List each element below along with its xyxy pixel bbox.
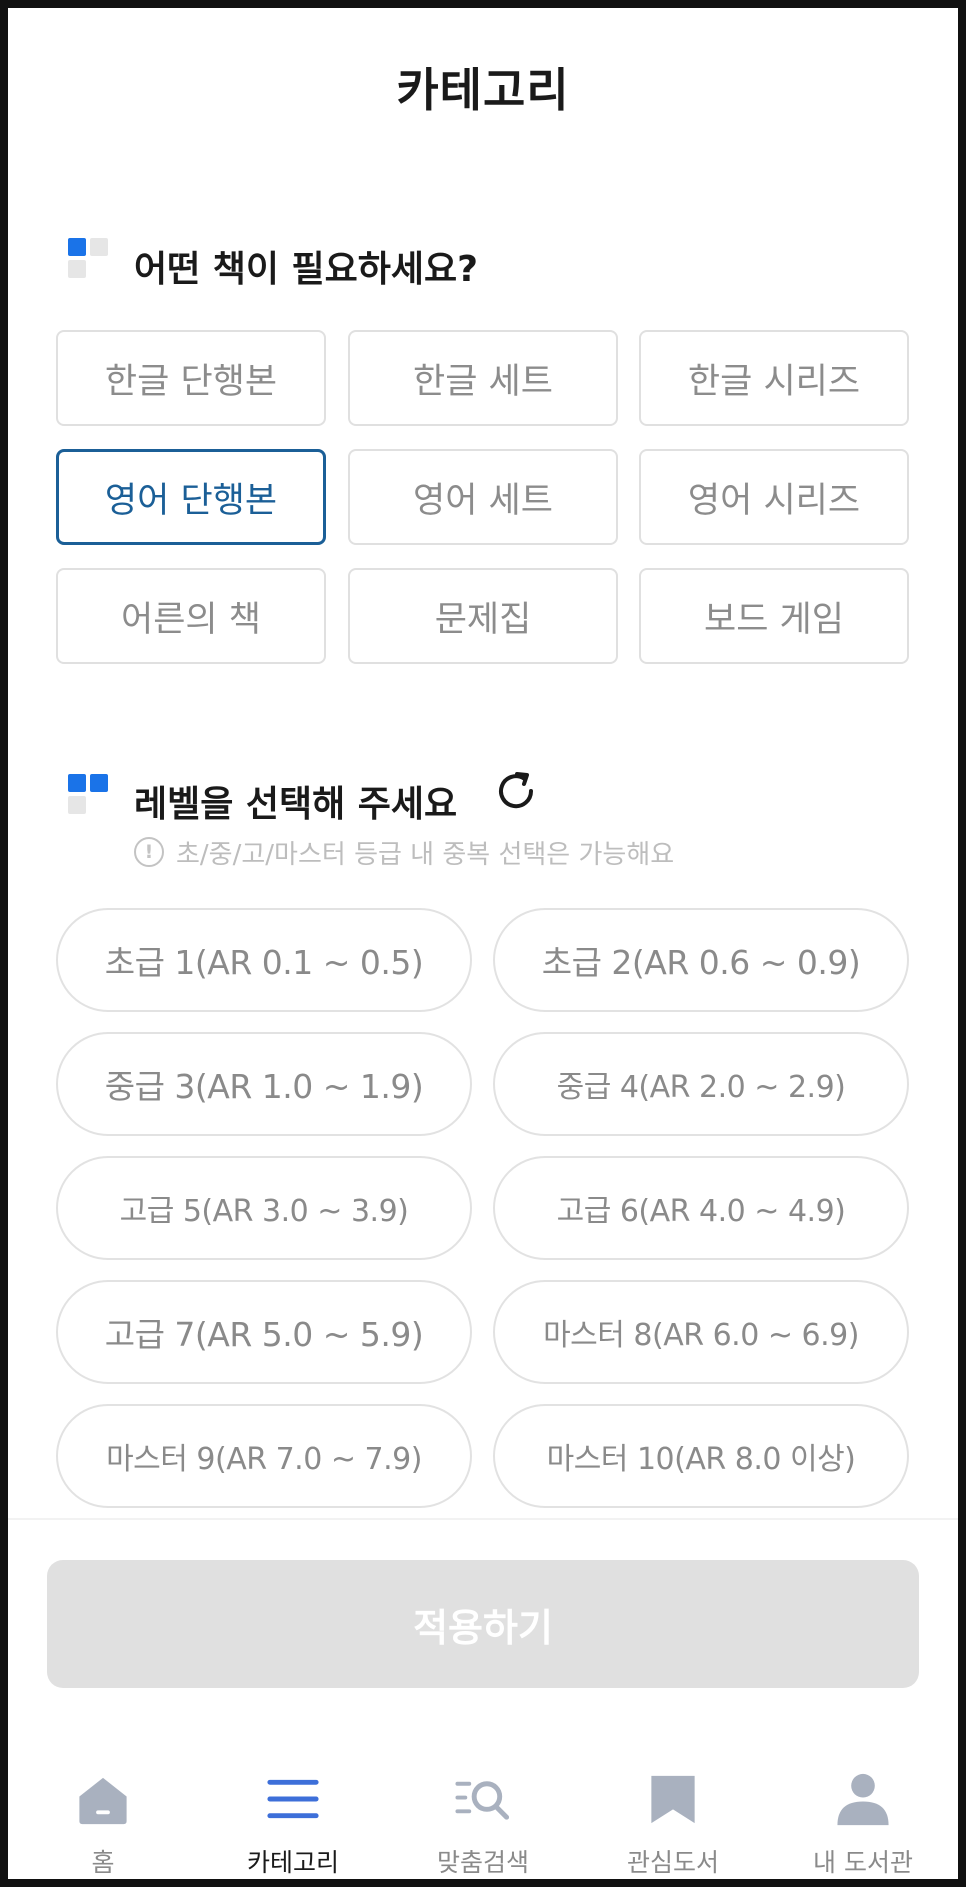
category-hangul-series[interactable]: 한글 시리즈: [639, 330, 909, 426]
category-english-series[interactable]: 영어 시리즈: [639, 449, 909, 545]
level-heading: 레벨을 선택해 주세요: [134, 784, 458, 825]
nav-item-category[interactable]: 카테고리: [198, 1748, 388, 1879]
menu-icon: [267, 1779, 319, 1819]
search-list-icon: [455, 1781, 510, 1820]
nav-label-custom-search: 맞춤검색: [436, 1848, 529, 1877]
level-4-button[interactable]: 중급 4(AR 2.0 ~ 2.9): [493, 1032, 909, 1136]
bookmark-icon: [651, 1775, 695, 1824]
nav-label-wishlist: 관심도서: [626, 1848, 719, 1877]
bottom-nav: 홈 카테고리 맞춤검색 관심도서 내 도서관: [8, 1748, 958, 1879]
category-adult-books[interactable]: 어른의 책: [56, 568, 326, 664]
page-title: 카테고리: [396, 63, 570, 117]
level-5-button[interactable]: 고급 5(AR 3.0 ~ 3.9): [56, 1156, 472, 1260]
screen: 카테고리 어떤 책이 필요하세요? 한글 단행본 한글 세트 한글 시리즈 영어…: [8, 8, 958, 1879]
category-hangul-single[interactable]: 한글 단행본: [56, 330, 326, 426]
level-notice-text: 초/중/고/마스터 등급 내 중복 선택은 가능해요: [176, 839, 675, 870]
level-9-button[interactable]: 마스터 9(AR 7.0 ~ 7.9): [56, 1404, 472, 1508]
category-hangul-set[interactable]: 한글 세트: [348, 330, 618, 426]
person-icon: [837, 1773, 889, 1826]
section-icon: [68, 238, 110, 280]
category-heading: 어떤 책이 필요하세요?: [134, 249, 479, 290]
level-notice: ! 초/중/고/마스터 등급 내 중복 선택은 가능해요: [134, 834, 674, 870]
level-10-button[interactable]: 마스터 10(AR 8.0 이상): [493, 1404, 909, 1508]
category-board-games[interactable]: 보드 게임: [639, 568, 909, 664]
category-english-single[interactable]: 영어 단행본: [56, 449, 326, 545]
category-workbooks[interactable]: 문제집: [348, 568, 618, 664]
level-1-button[interactable]: 초급 1(AR 0.1 ~ 0.5): [56, 908, 472, 1012]
nav-item-home[interactable]: 홈: [8, 1748, 198, 1879]
level-7-button[interactable]: 고급 7(AR 5.0 ~ 5.9): [56, 1280, 472, 1384]
divider: [8, 1518, 958, 1520]
level-2-button[interactable]: 초급 2(AR 0.6 ~ 0.9): [493, 908, 909, 1012]
info-icon: !: [134, 837, 164, 867]
level-3-button[interactable]: 중급 3(AR 1.0 ~ 1.9): [56, 1032, 472, 1136]
nav-item-wishlist[interactable]: 관심도서: [578, 1748, 768, 1879]
refresh-icon[interactable]: [491, 766, 541, 816]
nav-label-home: 홈: [91, 1848, 115, 1877]
level-8-button[interactable]: 마스터 8(AR 6.0 ~ 6.9): [493, 1280, 909, 1384]
apply-button[interactable]: 적용하기: [47, 1560, 919, 1688]
nav-item-custom-search[interactable]: 맞춤검색: [388, 1748, 578, 1879]
nav-label-category: 카테고리: [246, 1848, 339, 1877]
level-6-button[interactable]: 고급 6(AR 4.0 ~ 4.9): [493, 1156, 909, 1260]
section-icon: [68, 774, 110, 816]
home-icon: [79, 1777, 127, 1825]
nav-item-my-library[interactable]: 내 도서관: [768, 1748, 958, 1879]
nav-label-my-library: 내 도서관: [813, 1848, 913, 1877]
category-english-set[interactable]: 영어 세트: [348, 449, 618, 545]
